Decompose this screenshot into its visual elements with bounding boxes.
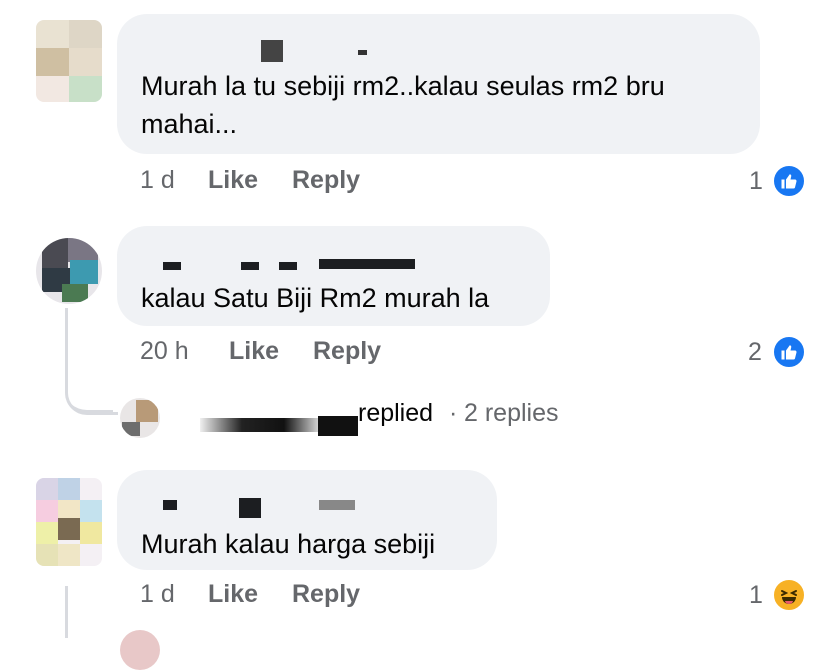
comment-bubble: Murah la tu sebiji rm2..kalau seulas rm2… xyxy=(117,14,760,154)
replies-count[interactable]: 2 replies xyxy=(464,399,559,428)
redacted-author-name xyxy=(358,50,367,55)
like-button[interactable]: Like xyxy=(229,337,279,366)
comment-text: mahai... xyxy=(141,109,238,139)
comment-text: Murah la tu sebiji rm2..kalau seulas rm2… xyxy=(141,71,665,101)
avatar[interactable] xyxy=(36,20,102,102)
redacted-author-name xyxy=(319,500,355,510)
reply-button[interactable]: Reply xyxy=(313,337,381,366)
redacted-author-name xyxy=(261,40,283,62)
comment-timestamp[interactable]: 20 h xyxy=(140,337,189,366)
like-button[interactable]: Like xyxy=(208,166,258,195)
redacted-author-name xyxy=(241,262,259,270)
replied-label: replied xyxy=(358,399,434,427)
haha-icon[interactable] xyxy=(772,578,806,612)
reaction-count[interactable]: 1 xyxy=(749,167,763,196)
comment-bubble: kalau Satu Biji Rm2 murah la xyxy=(117,226,550,326)
comment-bubble: Murah kalau harga sebiji xyxy=(117,470,497,570)
redacted-author-name xyxy=(200,418,320,432)
reply-avatar[interactable] xyxy=(120,398,160,438)
redacted-author-name xyxy=(239,498,261,518)
reaction-count[interactable]: 1 xyxy=(749,581,763,610)
redacted-author-name xyxy=(319,259,415,269)
like-button[interactable]: Like xyxy=(208,580,258,609)
reply-button[interactable]: Reply xyxy=(292,166,360,195)
avatar[interactable] xyxy=(36,238,102,304)
avatar[interactable] xyxy=(120,630,160,670)
redacted-author-name xyxy=(318,416,358,436)
redacted-author-name xyxy=(163,262,181,270)
like-icon[interactable] xyxy=(772,164,806,198)
comment-timestamp[interactable]: 1 d xyxy=(140,580,175,609)
like-icon[interactable] xyxy=(772,335,806,369)
comment-text: kalau Satu Biji Rm2 murah la xyxy=(141,283,490,313)
comment-text: Murah kalau harga sebiji xyxy=(141,529,436,559)
replies-separator: · xyxy=(449,399,458,427)
redacted-author-name xyxy=(279,262,297,270)
reply-button[interactable]: Reply xyxy=(292,580,360,609)
thread-line xyxy=(65,586,68,638)
avatar[interactable] xyxy=(36,478,102,566)
comment-timestamp[interactable]: 1 d xyxy=(140,166,175,195)
redacted-author-name xyxy=(163,500,177,510)
thread-connector xyxy=(65,360,118,415)
reaction-count[interactable]: 2 xyxy=(748,338,762,367)
